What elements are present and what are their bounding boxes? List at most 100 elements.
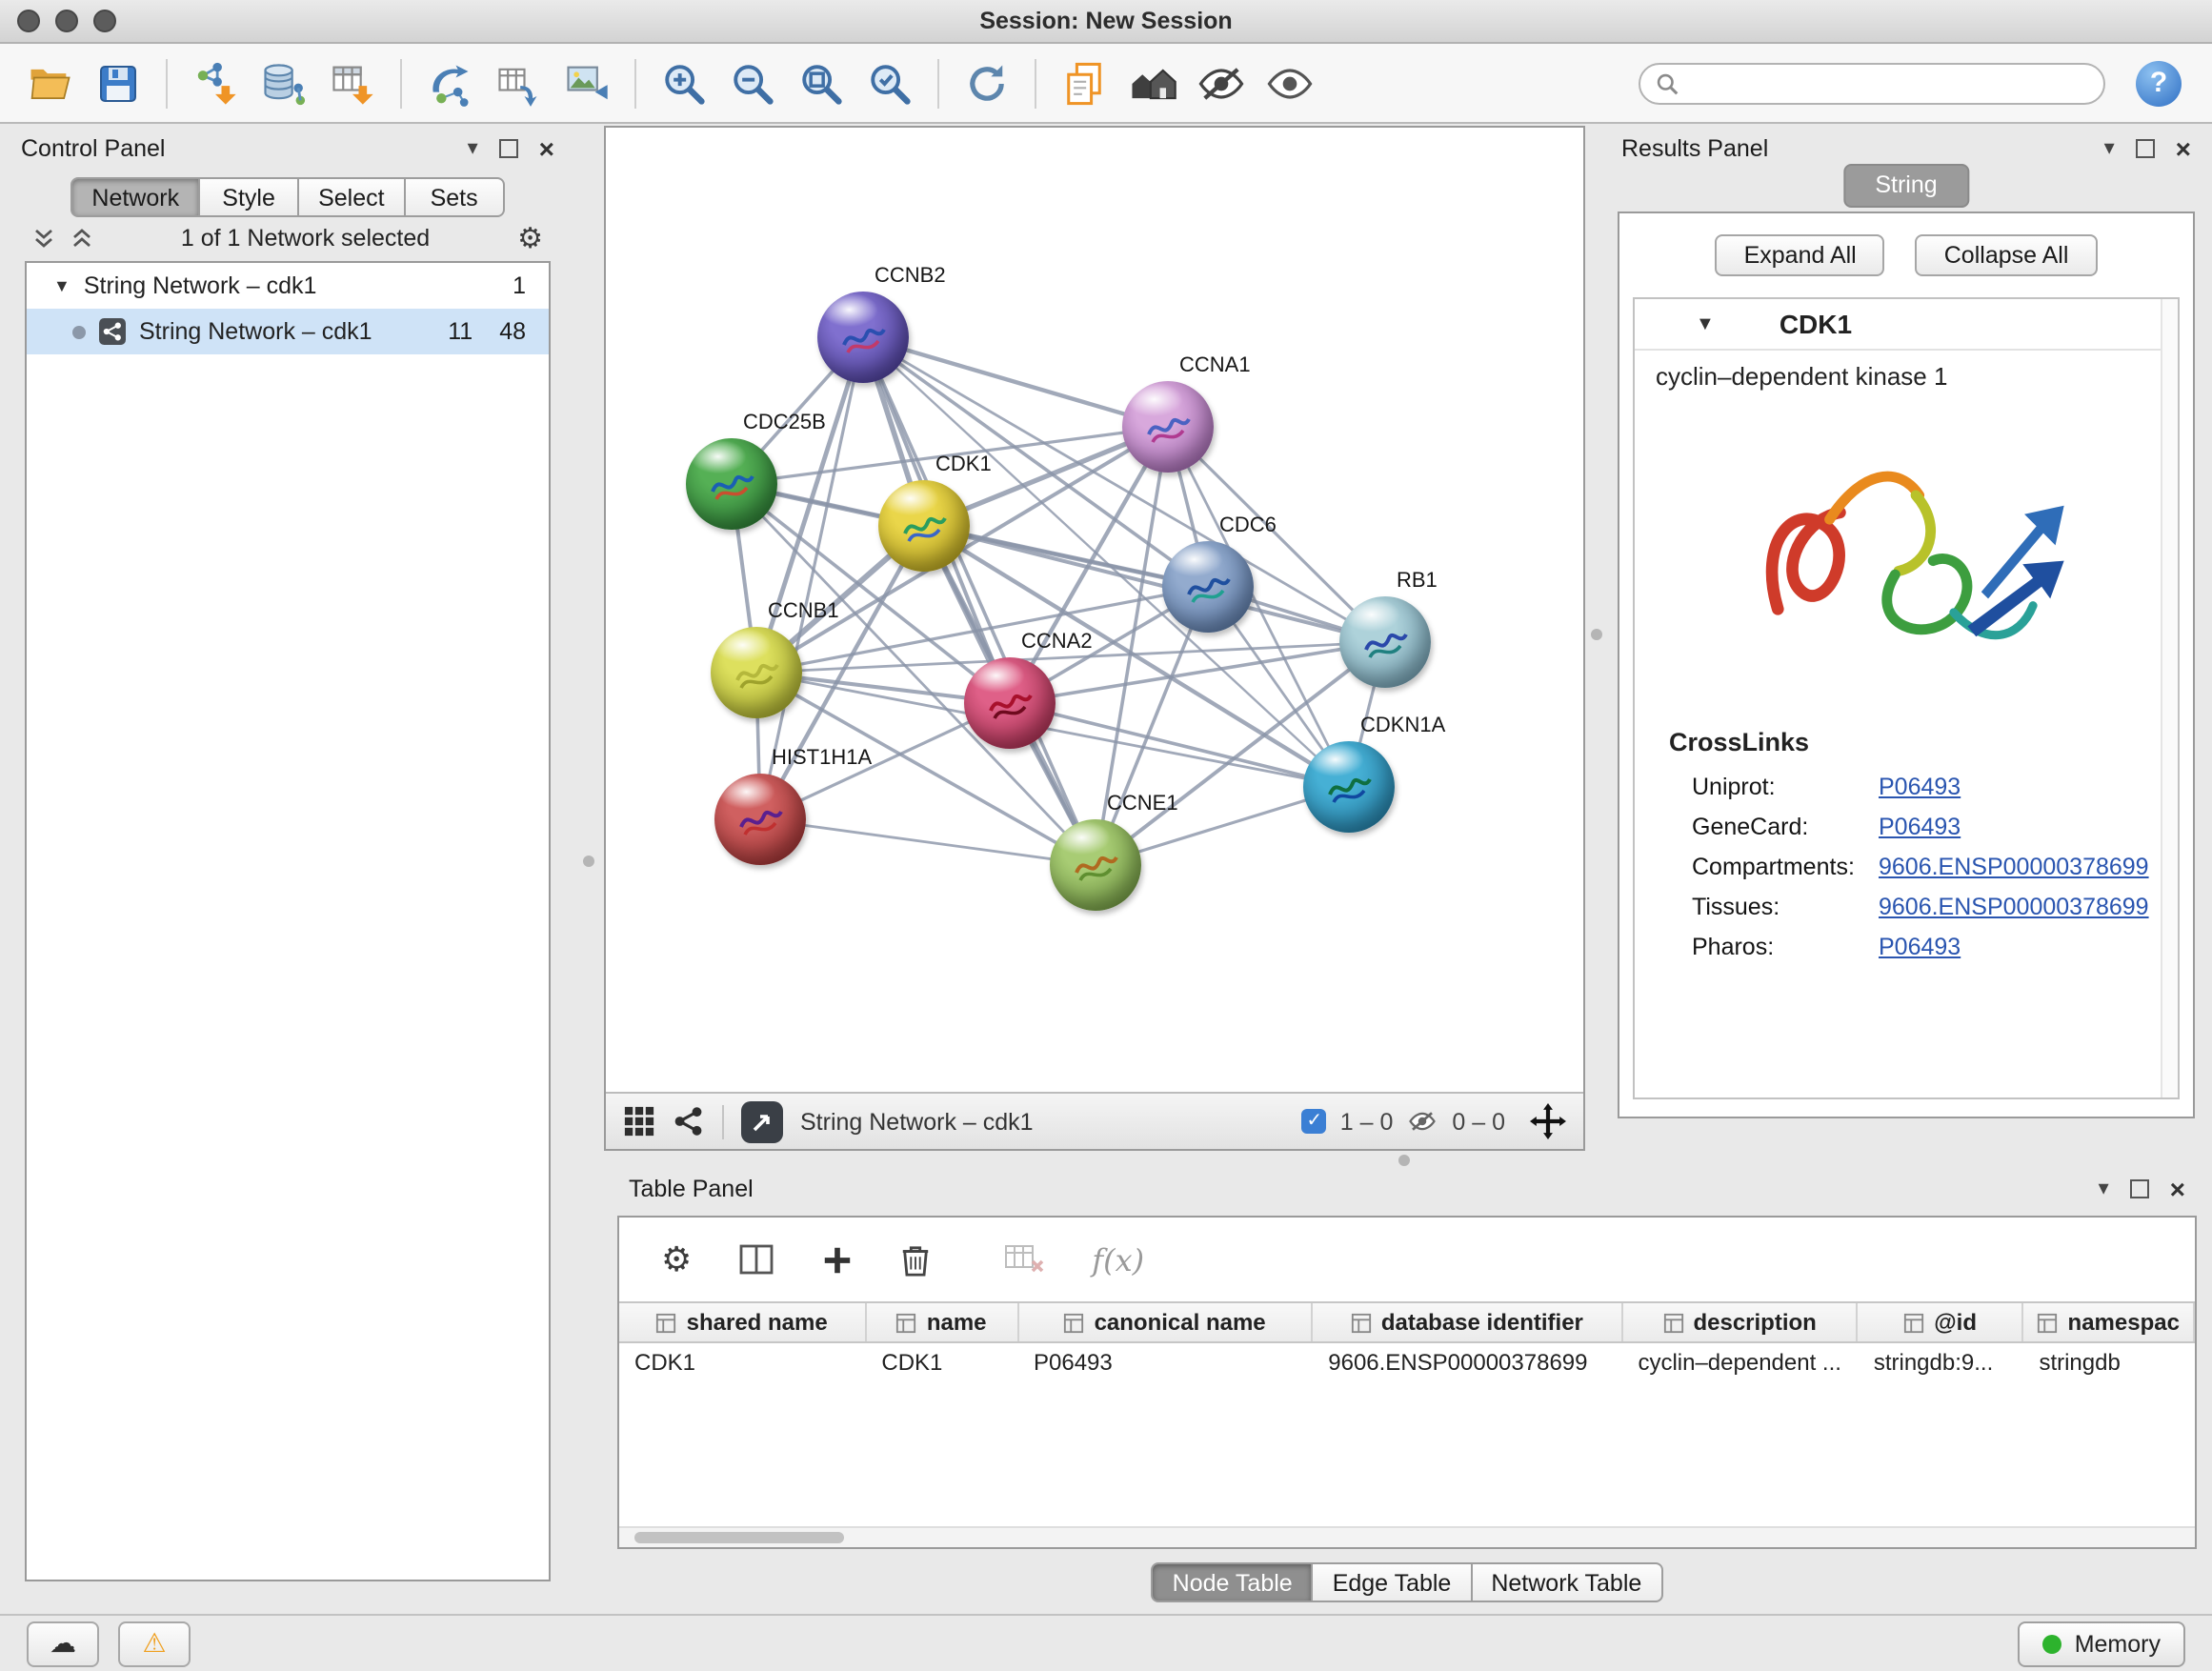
selected-checkbox-icon[interactable]: ✓ — [1302, 1109, 1327, 1134]
panel-menu-icon[interactable]: ▾ — [468, 138, 478, 159]
network-options-gear-icon[interactable]: ⚙ — [517, 221, 543, 255]
network-node-ccna1[interactable] — [1122, 381, 1214, 473]
tab-select[interactable]: Select — [299, 177, 406, 217]
network-edge[interactable] — [863, 337, 1096, 865]
hide-selected-eye-icon[interactable] — [1191, 52, 1252, 113]
column-header-shared-name[interactable]: shared name — [619, 1303, 866, 1341]
network-node-hist1h1a[interactable] — [714, 774, 806, 865]
network-node-cdc6[interactable] — [1162, 541, 1254, 633]
panel-close-icon[interactable]: × — [2176, 137, 2191, 160]
collapse-section-icon[interactable]: ▼ — [1696, 313, 1715, 334]
crosslink-uniprot-link[interactable]: P06493 — [1879, 773, 1961, 799]
column-header--id[interactable]: @id — [1859, 1303, 2024, 1341]
show-all-eye-icon[interactable] — [1259, 52, 1320, 113]
tab-network-table[interactable]: Network Table — [1472, 1562, 1662, 1602]
collapse-all-icon[interactable] — [32, 227, 55, 250]
network-canvas[interactable]: CCNB2CCNA1CDC25BCDK1CDC6RB1CCNB1CCNA2CDK… — [606, 128, 1583, 1094]
panel-float-icon[interactable] — [499, 139, 518, 158]
delete-column-trash-icon[interactable] — [899, 1241, 932, 1278]
panel-menu-icon[interactable]: ▾ — [2104, 138, 2115, 159]
open-session-icon[interactable] — [19, 52, 80, 113]
network-edge[interactable] — [924, 526, 1385, 642]
pan-move-icon[interactable] — [1530, 1103, 1566, 1139]
minimize-window-button[interactable] — [55, 10, 78, 32]
tab-string[interactable]: String — [1842, 164, 1969, 208]
birdseye-grid-icon[interactable] — [623, 1105, 655, 1137]
network-edge[interactable] — [863, 337, 1168, 427]
results-scrollbar[interactable] — [2161, 299, 2178, 1097]
network-node-rb1[interactable] — [1339, 596, 1431, 688]
zoom-selected-icon[interactable] — [859, 52, 920, 113]
help-button[interactable]: ? — [2136, 60, 2182, 106]
memory-button[interactable]: Memory — [2018, 1621, 2185, 1666]
import-table-icon[interactable] — [322, 52, 383, 113]
string-home-icon[interactable] — [1122, 52, 1183, 113]
close-window-button[interactable] — [17, 10, 40, 32]
zoom-in-icon[interactable] — [654, 52, 714, 113]
add-column-icon[interactable] — [821, 1243, 854, 1276]
tree-expand-icon[interactable]: ▼ — [53, 276, 70, 295]
zoom-fit-icon[interactable] — [791, 52, 852, 113]
cell--id[interactable]: stringdb:9... — [1859, 1343, 2024, 1381]
network-node-ccnb1[interactable] — [711, 627, 802, 718]
clone-network-icon[interactable] — [488, 52, 549, 113]
crosslink-genecard-link[interactable]: P06493 — [1879, 813, 1961, 839]
search-input[interactable] — [1688, 68, 2088, 98]
panel-close-icon[interactable]: × — [539, 137, 554, 160]
tab-network[interactable]: Network — [70, 177, 200, 217]
network-node-ccne1[interactable] — [1050, 819, 1141, 911]
cell-database-identifier[interactable]: 9606.ENSP00000378699 — [1313, 1343, 1622, 1381]
network-node-cdkn1a[interactable] — [1303, 741, 1395, 833]
import-network-file-icon[interactable] — [185, 52, 246, 113]
splitter-handle[interactable] — [1398, 1155, 1410, 1166]
column-header-name[interactable]: name — [866, 1303, 1018, 1341]
zoom-window-button[interactable] — [93, 10, 116, 32]
documentation-icon[interactable] — [1054, 52, 1115, 113]
panel-close-icon[interactable]: × — [2170, 1178, 2185, 1200]
network-edge[interactable] — [760, 819, 1096, 865]
column-header-description[interactable]: description — [1622, 1303, 1858, 1341]
splitter-handle[interactable] — [1591, 629, 1602, 640]
panel-float-icon[interactable] — [2136, 139, 2155, 158]
new-network-icon[interactable] — [419, 52, 480, 113]
crosslink-compartments-link[interactable]: 9606.ENSP00000378699 — [1879, 853, 2149, 879]
cell-description[interactable]: cyclin–dependent ... — [1622, 1343, 1858, 1381]
select-columns-icon[interactable] — [737, 1240, 775, 1278]
expand-all-button[interactable]: Expand All — [1716, 234, 1885, 276]
tab-style[interactable]: Style — [200, 177, 299, 217]
panel-float-icon[interactable] — [2130, 1179, 2149, 1198]
network-node-cdk1[interactable] — [878, 480, 970, 572]
import-network-database-icon[interactable] — [253, 52, 314, 113]
splitter-handle[interactable] — [583, 856, 594, 867]
network-node-ccnb2[interactable] — [817, 292, 909, 383]
network-node-cdc25b[interactable] — [686, 438, 777, 530]
column-header-database-identifier[interactable]: database identifier — [1313, 1303, 1622, 1341]
gene-section-header[interactable]: ▼ CDK1 — [1635, 299, 2178, 351]
scrollbar-thumb[interactable] — [634, 1532, 844, 1543]
tab-sets[interactable]: Sets — [406, 177, 505, 217]
table-options-gear-icon[interactable]: ⚙ — [661, 1239, 692, 1279]
cell-name[interactable]: CDK1 — [866, 1343, 1018, 1381]
panel-menu-icon[interactable]: ▾ — [2099, 1178, 2109, 1199]
crosslink-tissues-link[interactable]: 9606.ENSP00000378699 — [1879, 893, 2149, 919]
cell-namespac[interactable]: stringdb — [2023, 1343, 2195, 1381]
tab-node-table[interactable]: Node Table — [1152, 1562, 1314, 1602]
network-row[interactable]: String Network – cdk1 11 48 — [27, 309, 549, 354]
cell-canonical-name[interactable]: P06493 — [1018, 1343, 1313, 1381]
zoom-out-icon[interactable] — [722, 52, 783, 113]
network-node-ccna2[interactable] — [964, 657, 1056, 749]
table-horizontal-scrollbar[interactable] — [619, 1526, 2195, 1547]
crosslink-pharos-link[interactable]: P06493 — [1879, 933, 1961, 959]
column-header-namespac[interactable]: namespac — [2023, 1303, 2195, 1341]
expand-all-icon[interactable] — [70, 227, 93, 250]
save-session-icon[interactable] — [88, 52, 149, 113]
export-image-icon[interactable] — [556, 52, 617, 113]
collapse-all-button[interactable]: Collapse All — [1916, 234, 2098, 276]
open-in-new-window-icon[interactable] — [741, 1100, 783, 1142]
cell-shared-name[interactable]: CDK1 — [619, 1343, 866, 1381]
table-row[interactable]: CDK1CDK1P064939606.ENSP00000378699cyclin… — [619, 1343, 2195, 1381]
warnings-button[interactable]: ⚠ — [118, 1621, 191, 1666]
search-box[interactable] — [1639, 62, 2105, 104]
network-collection-row[interactable]: ▼ String Network – cdk1 1 — [27, 263, 549, 309]
column-header-canonical-name[interactable]: canonical name — [1018, 1303, 1313, 1341]
